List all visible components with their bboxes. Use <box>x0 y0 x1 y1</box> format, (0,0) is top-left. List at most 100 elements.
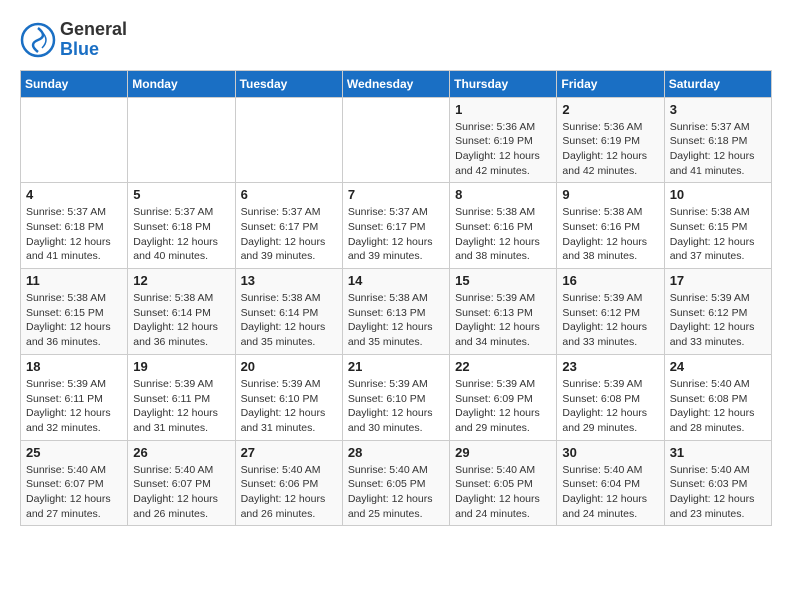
day-number: 8 <box>455 187 551 202</box>
day-info: Sunrise: 5:40 AMSunset: 6:05 PMDaylight:… <box>455 463 551 522</box>
day-info: Sunrise: 5:37 AMSunset: 6:18 PMDaylight:… <box>133 205 229 264</box>
day-info: Sunrise: 5:39 AMSunset: 6:10 PMDaylight:… <box>348 377 444 436</box>
day-info: Sunrise: 5:40 AMSunset: 6:06 PMDaylight:… <box>241 463 337 522</box>
day-number: 4 <box>26 187 122 202</box>
day-number: 20 <box>241 359 337 374</box>
day-number: 17 <box>670 273 766 288</box>
day-info: Sunrise: 5:38 AMSunset: 6:15 PMDaylight:… <box>670 205 766 264</box>
day-of-week-header: Saturday <box>664 70 771 97</box>
day-info: Sunrise: 5:39 AMSunset: 6:12 PMDaylight:… <box>670 291 766 350</box>
day-info: Sunrise: 5:39 AMSunset: 6:08 PMDaylight:… <box>562 377 658 436</box>
day-number: 25 <box>26 445 122 460</box>
day-number: 18 <box>26 359 122 374</box>
calendar-cell: 19Sunrise: 5:39 AMSunset: 6:11 PMDayligh… <box>128 354 235 440</box>
calendar-cell <box>235 97 342 183</box>
calendar-cell: 10 Sunrise: 5:38 AMSunset: 6:15 PMDayligh… <box>664 183 771 269</box>
calendar-cell: 16 Sunrise: 5:39 AMSunset: 6:12 PMDayligh… <box>557 269 664 355</box>
day-of-week-header: Thursday <box>450 70 557 97</box>
day-number: 9 <box>562 187 658 202</box>
day-number: 23 <box>562 359 658 374</box>
calendar-cell: 3 Sunrise: 5:37 AMSunset: 6:18 PMDaylight… <box>664 97 771 183</box>
day-info: Sunrise: 5:38 AMSunset: 6:14 PMDaylight:… <box>241 291 337 350</box>
day-info: Sunrise: 5:39 AMSunset: 6:12 PMDaylight:… <box>562 291 658 350</box>
day-info: Sunrise: 5:36 AMSunset: 6:19 PMDaylight:… <box>455 120 551 179</box>
day-info: Sunrise: 5:40 AMSunset: 6:04 PMDaylight:… <box>562 463 658 522</box>
day-info: Sunrise: 5:40 AMSunset: 6:08 PMDaylight:… <box>670 377 766 436</box>
day-info: Sunrise: 5:40 AMSunset: 6:03 PMDaylight:… <box>670 463 766 522</box>
calendar-cell: 28 Sunrise: 5:40 AMSunset: 6:05 PMDayligh… <box>342 440 449 526</box>
calendar-cell: 2Sunrise: 5:36 AMSunset: 6:19 PMDaylight… <box>557 97 664 183</box>
day-info: Sunrise: 5:40 AMSunset: 6:07 PMDaylight:… <box>133 463 229 522</box>
page-header: General Blue <box>20 20 772 60</box>
calendar-cell: 31Sunrise: 5:40 AMSunset: 6:03 PMDayligh… <box>664 440 771 526</box>
day-info: Sunrise: 5:38 AMSunset: 6:16 PMDaylight:… <box>455 205 551 264</box>
day-info: Sunrise: 5:38 AMSunset: 6:13 PMDaylight:… <box>348 291 444 350</box>
calendar-cell <box>21 97 128 183</box>
calendar-cell: 24 Sunrise: 5:40 AMSunset: 6:08 PMDayligh… <box>664 354 771 440</box>
day-number: 21 <box>348 359 444 374</box>
calendar-cell: 4 Sunrise: 5:37 AMSunset: 6:18 PMDaylight… <box>21 183 128 269</box>
day-number: 24 <box>670 359 766 374</box>
calendar-cell: 25 Sunrise: 5:40 AMSunset: 6:07 PMDayligh… <box>21 440 128 526</box>
calendar-cell: 8 Sunrise: 5:38 AMSunset: 6:16 PMDaylight… <box>450 183 557 269</box>
day-number: 6 <box>241 187 337 202</box>
calendar-cell: 15 Sunrise: 5:39 AMSunset: 6:13 PMDayligh… <box>450 269 557 355</box>
day-of-week-header: Monday <box>128 70 235 97</box>
day-number: 10 <box>670 187 766 202</box>
day-of-week-header: Friday <box>557 70 664 97</box>
day-info: Sunrise: 5:38 AMSunset: 6:15 PMDaylight:… <box>26 291 122 350</box>
calendar-cell: 13 Sunrise: 5:38 AMSunset: 6:14 PMDayligh… <box>235 269 342 355</box>
calendar-cell: 20 Sunrise: 5:39 AMSunset: 6:10 PMDayligh… <box>235 354 342 440</box>
calendar-cell: 7 Sunrise: 5:37 AMSunset: 6:17 PMDaylight… <box>342 183 449 269</box>
day-number: 3 <box>670 102 766 117</box>
day-number: 15 <box>455 273 551 288</box>
day-info: Sunrise: 5:39 AMSunset: 6:13 PMDaylight:… <box>455 291 551 350</box>
calendar-cell: 17 Sunrise: 5:39 AMSunset: 6:12 PMDayligh… <box>664 269 771 355</box>
logo-icon <box>20 22 56 58</box>
day-number: 16 <box>562 273 658 288</box>
day-number: 13 <box>241 273 337 288</box>
day-info: Sunrise: 5:37 AMSunset: 6:17 PMDaylight:… <box>348 205 444 264</box>
calendar-cell: 27 Sunrise: 5:40 AMSunset: 6:06 PMDayligh… <box>235 440 342 526</box>
calendar-cell: 5 Sunrise: 5:37 AMSunset: 6:18 PMDaylight… <box>128 183 235 269</box>
day-number: 29 <box>455 445 551 460</box>
day-number: 14 <box>348 273 444 288</box>
day-number: 12 <box>133 273 229 288</box>
day-info: Sunrise: 5:37 AMSunset: 6:17 PMDaylight:… <box>241 205 337 264</box>
calendar-cell: 12 Sunrise: 5:38 AMSunset: 6:14 PMDayligh… <box>128 269 235 355</box>
day-info: Sunrise: 5:39 AMSunset: 6:11 PMDaylight:… <box>26 377 122 436</box>
day-info: Sunrise: 5:40 AMSunset: 6:05 PMDaylight:… <box>348 463 444 522</box>
day-info: Sunrise: 5:39 AMSunset: 6:10 PMDaylight:… <box>241 377 337 436</box>
calendar-cell <box>342 97 449 183</box>
day-number: 28 <box>348 445 444 460</box>
day-number: 7 <box>348 187 444 202</box>
day-of-week-header: Wednesday <box>342 70 449 97</box>
day-info: Sunrise: 5:40 AMSunset: 6:07 PMDaylight:… <box>26 463 122 522</box>
calendar-table: SundayMondayTuesdayWednesdayThursdayFrid… <box>20 70 772 527</box>
day-info: Sunrise: 5:38 AMSunset: 6:14 PMDaylight:… <box>133 291 229 350</box>
day-info: Sunrise: 5:37 AMSunset: 6:18 PMDaylight:… <box>26 205 122 264</box>
calendar-cell: 23 Sunrise: 5:39 AMSunset: 6:08 PMDayligh… <box>557 354 664 440</box>
logo: General Blue <box>20 20 127 60</box>
day-number: 11 <box>26 273 122 288</box>
day-number: 27 <box>241 445 337 460</box>
calendar-cell: 14 Sunrise: 5:38 AMSunset: 6:13 PMDayligh… <box>342 269 449 355</box>
calendar-cell: 21 Sunrise: 5:39 AMSunset: 6:10 PMDayligh… <box>342 354 449 440</box>
calendar-cell: 9 Sunrise: 5:38 AMSunset: 6:16 PMDaylight… <box>557 183 664 269</box>
calendar-cell: 11 Sunrise: 5:38 AMSunset: 6:15 PMDayligh… <box>21 269 128 355</box>
calendar-cell: 18 Sunrise: 5:39 AMSunset: 6:11 PMDayligh… <box>21 354 128 440</box>
calendar-cell: 1Sunrise: 5:36 AMSunset: 6:19 PMDaylight… <box>450 97 557 183</box>
day-number: 5 <box>133 187 229 202</box>
logo-blue: Blue <box>60 40 127 60</box>
calendar-cell: 22Sunrise: 5:39 AMSunset: 6:09 PMDayligh… <box>450 354 557 440</box>
day-info: Sunrise: 5:37 AMSunset: 6:18 PMDaylight:… <box>670 120 766 179</box>
day-number: 22 <box>455 359 551 374</box>
day-of-week-header: Tuesday <box>235 70 342 97</box>
day-info: Sunrise: 5:36 AMSunset: 6:19 PMDaylight:… <box>562 120 658 179</box>
day-number: 19 <box>133 359 229 374</box>
calendar-cell: 26 Sunrise: 5:40 AMSunset: 6:07 PMDayligh… <box>128 440 235 526</box>
day-number: 26 <box>133 445 229 460</box>
calendar-cell: 29 Sunrise: 5:40 AMSunset: 6:05 PMDayligh… <box>450 440 557 526</box>
day-info: Sunrise: 5:38 AMSunset: 6:16 PMDaylight:… <box>562 205 658 264</box>
day-number: 30 <box>562 445 658 460</box>
